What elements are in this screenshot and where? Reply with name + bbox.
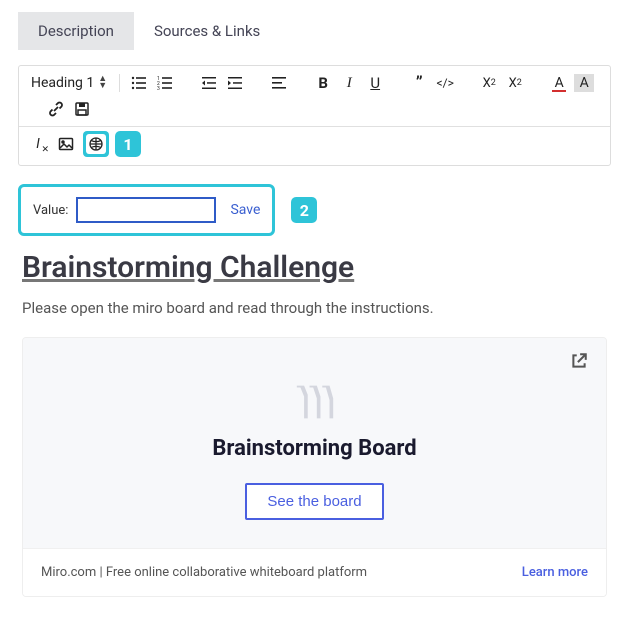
value-input[interactable] [76,197,216,223]
embed-footer: Miro.com | Free online collaborative whi… [23,548,606,596]
tabs: Description Sources & Links [18,12,611,51]
clear-format-icon[interactable]: I✕ [27,133,49,155]
tab-sources[interactable]: Sources & Links [134,12,280,50]
embed-button-highlight [83,131,109,157]
learn-more-link[interactable]: Learn more [522,565,588,580]
value-box: Value: Save [18,184,275,236]
image-icon[interactable] [55,133,77,155]
instructions-text: Please open the miro board and read thro… [22,299,607,317]
embed-globe-icon[interactable] [86,134,106,154]
tab-description[interactable]: Description [18,12,134,50]
bold-button[interactable]: B [312,72,334,94]
outdent-icon[interactable] [198,72,220,94]
subscript-button[interactable]: X2 [478,72,500,94]
toolbar: Heading 1 ▲▼ 123 B I U ” </> X2 X2 A [19,66,610,127]
indent-icon[interactable] [224,72,246,94]
miro-embed: Brainstorming Board See the board Miro.c… [22,337,607,597]
heading-label: Heading 1 [31,75,94,91]
embed-title: Brainstorming Board [43,436,586,461]
embed-body: Brainstorming Board See the board [23,338,606,548]
superscript-button[interactable]: X2 [504,72,526,94]
callout-2: 2 [291,197,317,223]
link-icon[interactable] [45,98,67,120]
align-icon[interactable] [268,72,290,94]
editor: Heading 1 ▲▼ 123 B I U ” </> X2 X2 A [18,65,611,166]
value-row: Value: Save 2 [18,184,611,236]
page-heading: Brainstorming Challenge [22,250,607,285]
value-label: Value: [33,203,68,218]
save-icon[interactable] [71,98,93,120]
callout-1: 1 [115,131,141,157]
code-icon[interactable]: </> [434,72,456,94]
save-button[interactable]: Save [230,202,260,218]
bullet-list-icon[interactable] [128,72,150,94]
see-board-button[interactable]: See the board [245,483,383,520]
embed-footer-text: Miro.com | Free online collaborative whi… [41,565,367,580]
quote-icon[interactable]: ” [408,72,430,94]
numbered-list-icon[interactable]: 123 [154,72,176,94]
open-external-icon[interactable] [570,352,588,374]
heading-dropdown[interactable]: Heading 1 ▲▼ [27,73,111,93]
miro-logo-icon [43,382,586,426]
dropdown-arrows-icon: ▲▼ [98,76,107,90]
toolbar-row-2: I✕ 1 [19,127,610,165]
svg-text:3: 3 [157,86,160,91]
content-area: Brainstorming Challenge Please open the … [18,250,611,597]
italic-button[interactable]: I [338,72,360,94]
underline-button[interactable]: U [364,72,386,94]
separator [119,74,120,92]
text-color-button[interactable]: A [548,72,570,94]
highlight-button[interactable]: A [574,74,594,92]
